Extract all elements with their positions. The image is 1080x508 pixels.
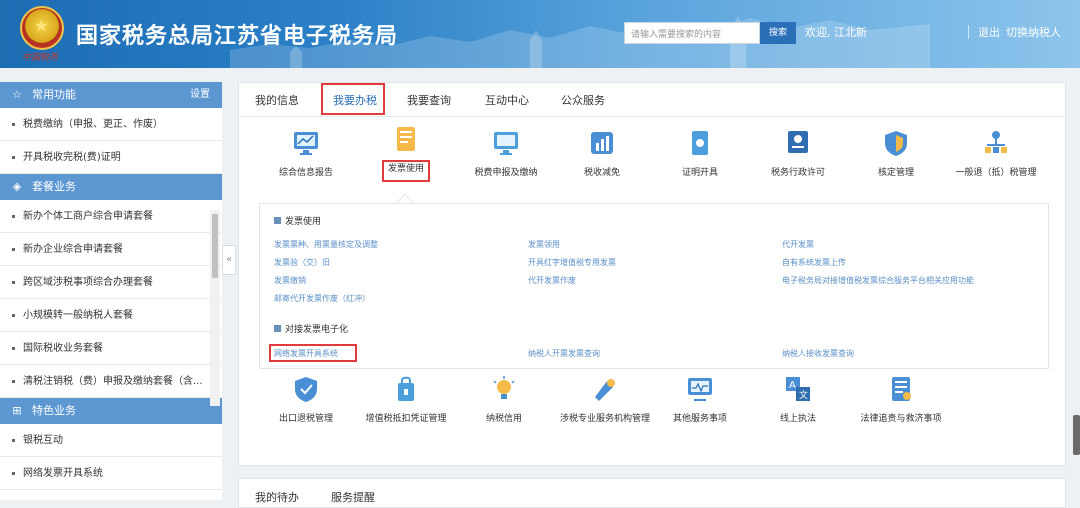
sidebar-section-package[interactable]: ◈ 套餐业务 (0, 174, 222, 200)
link-proxy-void[interactable]: 代开发票作废 (528, 275, 576, 286)
menu-tax-relief[interactable]: 税收减免 (557, 129, 647, 179)
link-invoice-collect[interactable]: 发票领用 (528, 239, 560, 250)
menu-online-enforcement[interactable]: A文 线上执法 (753, 375, 843, 425)
sidebar-section-common[interactable]: ☆ 常用功能 设置 (0, 82, 222, 108)
collapse-sidebar-button[interactable]: « (222, 245, 236, 275)
svg-text:文: 文 (799, 389, 808, 401)
star-icon: ☆ (12, 88, 22, 101)
welcome-text: 欢迎, 江北新 (805, 26, 867, 39)
menu-tax-agency[interactable]: 涉税专业服务机构管理 (557, 375, 653, 425)
monitor-icon (494, 132, 518, 155)
sidebar-scrollbar[interactable] (210, 210, 220, 406)
menu-tax-credit[interactable]: 纳税信用 (459, 375, 549, 425)
menu-admin-license[interactable]: 税务行政许可 (753, 129, 843, 179)
link-received-query[interactable]: 纳税人接收发票查询 (782, 348, 854, 359)
tax-emblem-logo: ★ (20, 6, 64, 50)
site-header: ★ 中国税务 国家税务总局江苏省电子税务局 请输入需要搜索的内容 搜索 欢迎, … (0, 0, 1080, 68)
search-input[interactable]: 请输入需要搜索的内容 (624, 22, 760, 44)
tab-my-todo[interactable]: 我的待办 (255, 489, 299, 505)
scrollbar-thumb[interactable] (212, 214, 218, 278)
tab-service-reminder[interactable]: 服务提醒 (331, 489, 375, 505)
link-invoice-type[interactable]: 发票票种、用票量核定及调整 (274, 239, 378, 250)
sidebar-item[interactable]: 跨区域涉税事项综合办理套餐 (0, 266, 222, 299)
sidebar-item[interactable]: 新办企业综合申请套餐 (0, 233, 222, 266)
translate-icon: A文 (786, 377, 810, 401)
license-icon (788, 131, 808, 153)
sidebar-item[interactable]: 网络发票开具系统 (0, 457, 222, 490)
invoice-use-highlight (382, 160, 430, 182)
invoice-submenu-panel: 发票使用 发票票种、用票量核定及调整 发票验（交）旧 发票缴销 邮寄代开发票作废… (259, 203, 1049, 369)
certificate-icon (692, 131, 708, 155)
logout-link[interactable]: 退出 (978, 24, 1000, 40)
menu-export-refund[interactable]: 出口退税管理 (261, 375, 351, 425)
monitor-wave-icon (688, 378, 712, 401)
link-platform-functions[interactable]: 电子税务局对接增值税发票综合服务平台相关应用功能 (782, 275, 974, 286)
tab-query[interactable]: 我要查询 (407, 92, 451, 108)
link-red-invoice[interactable]: 开具红字增值税专用发票 (528, 257, 616, 268)
link-invoice-cancel[interactable]: 发票缴销 (274, 275, 306, 286)
tab-interaction[interactable]: 互动中心 (485, 92, 529, 108)
menu-refund[interactable]: 一般退（抵）税管理 (951, 129, 1041, 179)
legal-document-icon (892, 377, 911, 401)
shield-check-icon (295, 377, 317, 402)
lightbulb-icon (493, 376, 515, 399)
sidebar-item[interactable]: 清税注销税（费）申报及缴纳套餐（含... (0, 365, 222, 398)
menu-verification[interactable]: 核定管理 (851, 129, 941, 179)
settings-link[interactable]: 设置 (190, 82, 210, 108)
sidebar-item[interactable]: 新办个体工商户综合申请套餐 (0, 200, 222, 233)
link-proxy-invoice[interactable]: 代开发票 (782, 239, 814, 250)
monitor-chart-icon (294, 132, 318, 155)
bar-chart-icon (591, 132, 613, 154)
menu-vat-deduction[interactable]: 增值税抵扣凭证管理 (361, 375, 451, 425)
section-e-invoice: 对接发票电子化 (274, 322, 348, 335)
section-title: 常用功能 (32, 88, 76, 101)
menu-other-services[interactable]: 其他服务事项 (655, 375, 745, 425)
link-issued-query[interactable]: 纳税人开票发票查询 (528, 348, 600, 359)
menu-legal-remedy[interactable]: 法律追责与救济事项 (851, 375, 951, 425)
sidebar-item[interactable]: 开具税收完税(费)证明 (0, 141, 222, 174)
header-divider (968, 25, 969, 39)
menu-tax-filing[interactable]: 税费申报及缴纳 (461, 129, 551, 179)
site-title: 国家税务总局江苏省电子税务局 (76, 24, 399, 49)
main-panel: 我的信息 我要办税 我要查询 互动中心 公众服务 综合信息报告 发票使用 税费申… (238, 82, 1066, 466)
invoice-document-icon (397, 127, 415, 151)
tab-highlight-box (321, 83, 385, 115)
section-title: 套餐业务 (32, 180, 76, 193)
layers-icon: ◈ (12, 180, 22, 193)
sidebar-item[interactable]: 银税互动 (0, 424, 222, 457)
menu-comprehensive-report[interactable]: 综合信息报告 (261, 129, 351, 179)
svg-text:A: A (789, 380, 796, 391)
menu-certificate[interactable]: 证明开具 (655, 129, 745, 179)
grid-icon: ⊞ (12, 404, 22, 417)
link-mail-invoice-void[interactable]: 邮寄代开发票作废（红冲） (274, 293, 370, 304)
page-scrollbar[interactable] (1073, 415, 1080, 455)
link-upload-invoice[interactable]: 自有系统发票上传 (782, 257, 846, 268)
tab-my-info[interactable]: 我的信息 (255, 92, 299, 108)
shield-icon (885, 131, 907, 156)
search-button[interactable]: 搜索 (760, 22, 796, 44)
bottom-panel: 我的待办 服务提醒 (238, 478, 1066, 508)
link-invoice-verify[interactable]: 发票验（交）旧 (274, 257, 330, 268)
section-title: 特色业务 (32, 404, 76, 417)
lock-document-icon (398, 376, 414, 401)
sidebar-item[interactable]: 税费缴纳（申报、更正、作废） (0, 108, 222, 141)
sidebar: ☆ 常用功能 设置 税费缴纳（申报、更正、作废） 开具税收完税(费)证明 ◈ 套餐业… (0, 82, 222, 500)
network-invoice-highlight (269, 344, 357, 362)
org-chart-icon (985, 131, 1007, 153)
pen-tool-icon (595, 379, 615, 401)
sidebar-section-special[interactable]: ⊞ 特色业务 (0, 398, 222, 424)
emblem-text: 中国税务 (22, 53, 59, 63)
switch-taxpayer-link[interactable]: 切换纳税人 (1006, 24, 1061, 40)
section-invoice-use: 发票使用 (274, 214, 321, 227)
tab-public-service[interactable]: 公众服务 (561, 92, 605, 108)
sidebar-item[interactable]: 国际税收业务套餐 (0, 332, 222, 365)
sidebar-item[interactable]: 小规模转一般纳税人套餐 (0, 299, 222, 332)
